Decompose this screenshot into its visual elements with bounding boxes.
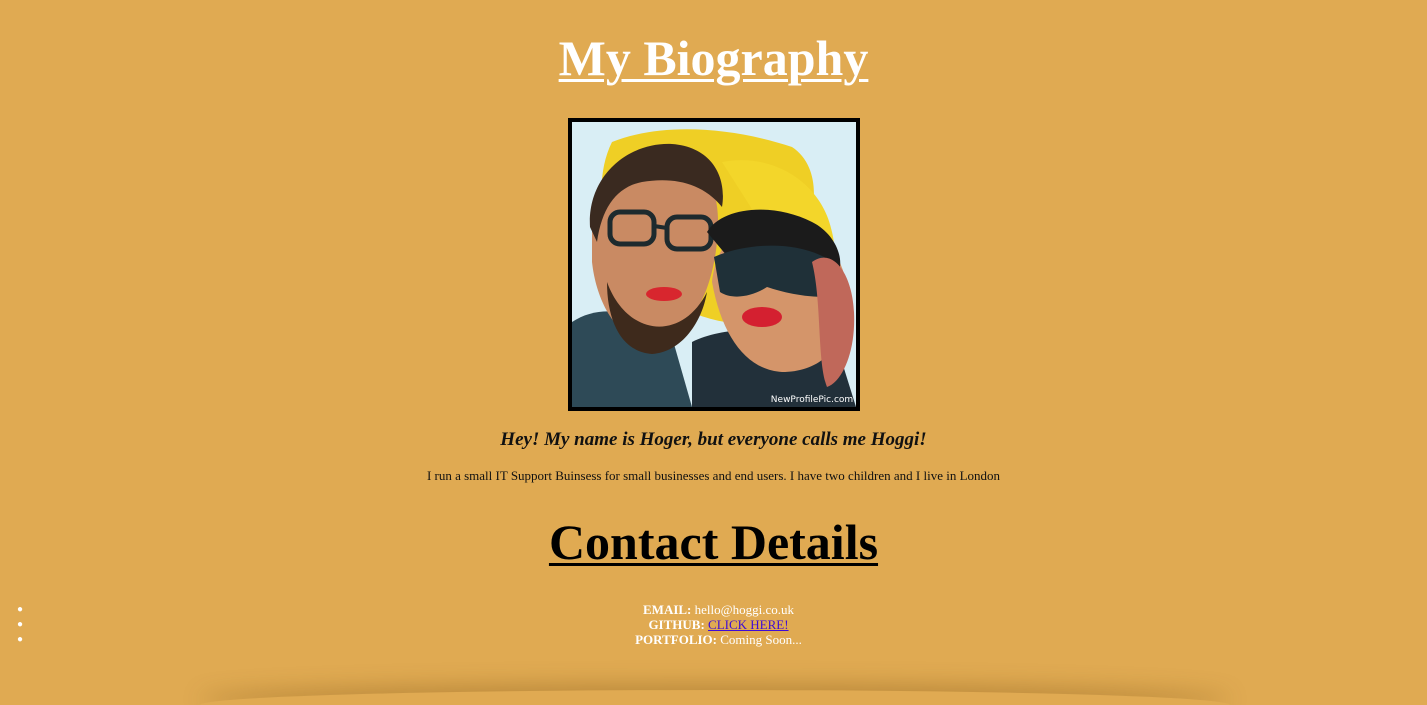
- profile-photo: NewProfilePic.com: [568, 118, 860, 411]
- github-link[interactable]: CLICK HERE!: [708, 617, 789, 632]
- page-title: My Biography: [558, 30, 869, 86]
- email-value: hello@hoggi.co.uk: [694, 602, 794, 617]
- intro-tagline: Hey! My name is Hoger, but everyone call…: [500, 429, 927, 450]
- bottom-shadow: [200, 690, 1230, 705]
- contact-label: EMAIL:: [643, 602, 692, 617]
- contact-heading: Contact Details: [548, 514, 879, 570]
- contact-label: GITHUB:: [648, 617, 705, 632]
- bullet-icon: ●: [17, 604, 24, 615]
- contact-list: ● EMAIL: hello@hoggi.co.uk ● GITHUB: CLI…: [0, 602, 1427, 647]
- contact-item-email: ● EMAIL: hello@hoggi.co.uk: [0, 602, 1427, 617]
- contact-item-portfolio: ● PORTFOLIO: Coming Soon...: [0, 632, 1427, 647]
- contact-item-github: ● GITHUB: CLICK HERE!: [0, 617, 1427, 632]
- contact-label: PORTFOLIO:: [635, 632, 717, 647]
- watermark-text: NewProfilePic.com: [771, 395, 853, 405]
- bullet-icon: ●: [17, 619, 24, 630]
- bullet-icon: ●: [17, 634, 24, 645]
- intro-about: I run a small IT Support Buinsess for sm…: [426, 468, 1001, 483]
- portfolio-value: Coming Soon...: [720, 632, 802, 647]
- biography-page: My Biography NewProfilePic.com Hey! My n…: [0, 0, 1427, 705]
